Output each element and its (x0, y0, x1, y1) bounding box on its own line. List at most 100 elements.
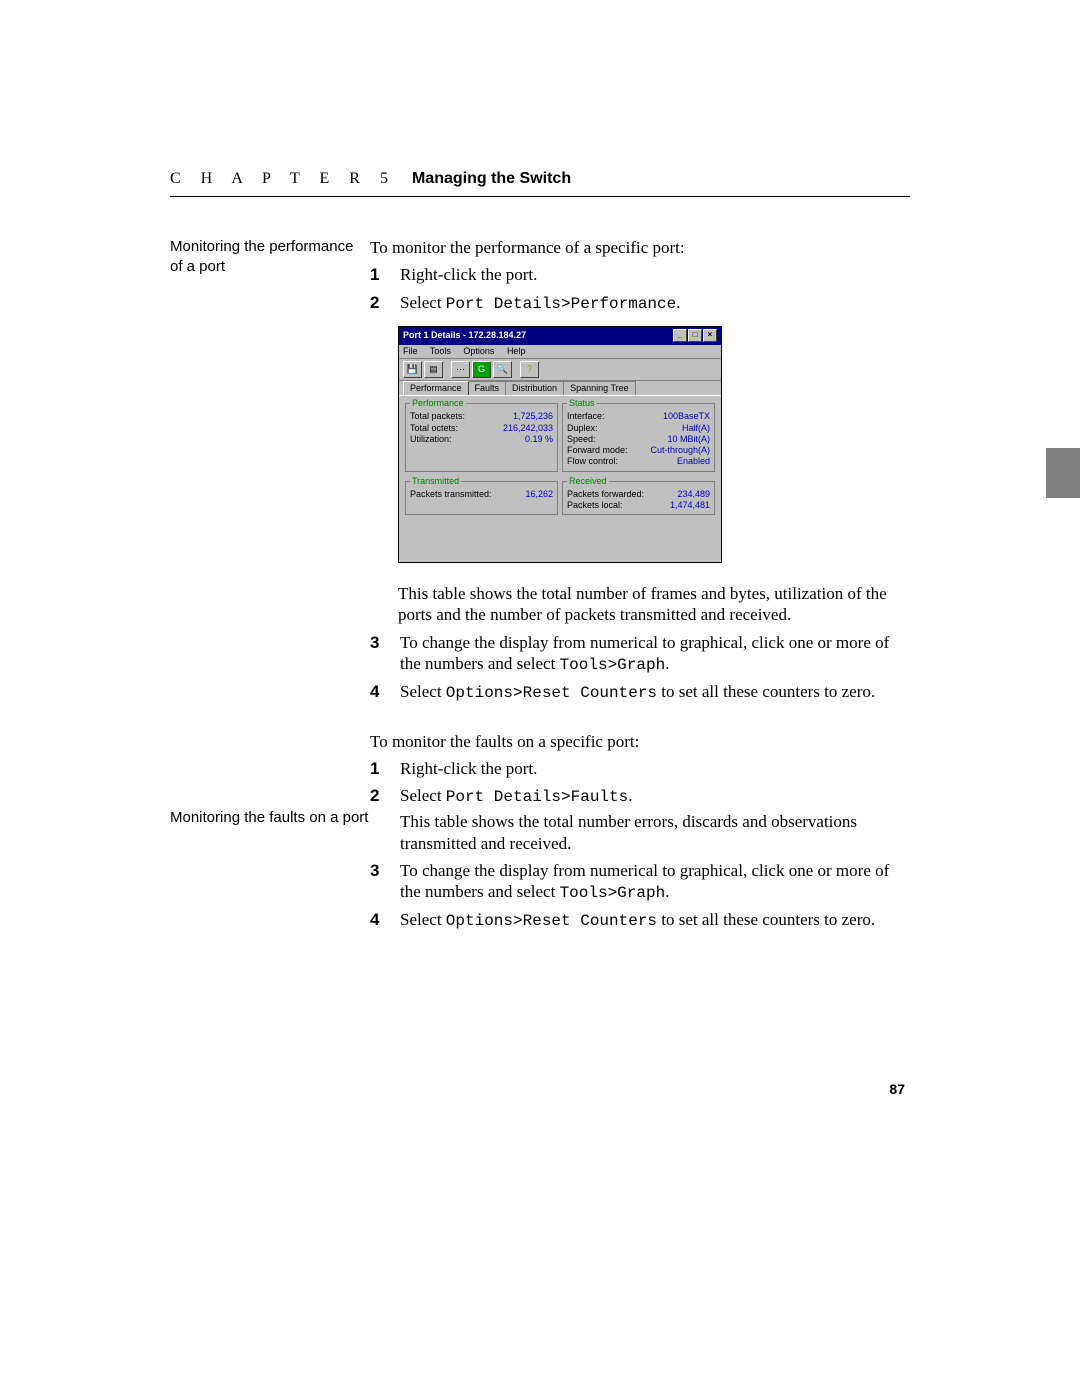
text-run: . (676, 293, 680, 312)
step-number: 4 (370, 909, 400, 931)
stat-label: Speed: (567, 434, 596, 445)
stat-value[interactable]: 1,474,481 (670, 500, 710, 511)
stat-label: Utilization: (410, 434, 452, 445)
step-body: To change the display from numerical to … (400, 860, 910, 903)
text-run: Select (400, 293, 446, 312)
stat-label: Duplex: (567, 423, 598, 434)
step-number: 2 (370, 785, 400, 854)
stat-label: Flow control: (567, 456, 618, 467)
step-2b: 2 Select Port Details>Faults. This table… (370, 785, 910, 854)
group-performance: Performance Total packets: 1,725,236 Tota… (405, 398, 558, 472)
text-run: . (665, 654, 669, 673)
step-1b: 1 Right-click the port. (370, 758, 910, 779)
code-run: Tools>Graph (560, 656, 666, 674)
group-legend: Status (567, 398, 597, 409)
embedded-screenshot: Port 1 Details - 172.28.184.27 _ □ × Fil… (398, 326, 910, 564)
stat-row: Packets transmitted:16,262 (410, 489, 553, 500)
toolbar-separator (445, 361, 449, 376)
toolbar: 💾 ▤ ⋯ G 🔍 ? (399, 359, 721, 381)
step-body: Select Options>Reset Counters to set all… (400, 681, 910, 703)
tab-distribution[interactable]: Distribution (505, 381, 564, 395)
step-number: 1 (370, 264, 400, 285)
menu-help[interactable]: Help (507, 346, 526, 356)
page-number: 87 (889, 1081, 905, 1097)
group-transmitted: Transmitted Packets transmitted:16,262 (405, 476, 558, 516)
help-icon[interactable]: ? (520, 361, 539, 378)
stat-label: Forward mode: (567, 445, 628, 456)
tabstrip: Performance Faults Distribution Spanning… (399, 381, 721, 395)
menu-options[interactable]: Options (463, 346, 494, 356)
side-heading-performance: Monitoring the performance of a port (170, 237, 370, 278)
stat-value[interactable]: 100BaseTX (663, 411, 710, 422)
intro-para: To monitor the performance of a specific… (370, 237, 910, 258)
titlebar[interactable]: Port 1 Details - 172.28.184.27 _ □ × (399, 327, 721, 345)
stat-value[interactable]: 216,242,033 (503, 423, 553, 434)
after-image-para: This table shows the total number of fra… (398, 583, 910, 626)
stat-row: Interface: 100BaseTX (567, 411, 710, 422)
menu-tools[interactable]: Tools (430, 346, 451, 356)
step-body: Select Port Details>Performance. (400, 292, 910, 314)
stat-row: Total packets: 1,725,236 (410, 411, 553, 422)
stat-label: Total octets: (410, 423, 458, 434)
group-legend: Transmitted (410, 476, 461, 487)
text-run: Select (400, 786, 446, 805)
step-body: Select Port Details>Faults. This table s… (400, 785, 910, 854)
minimize-button[interactable]: _ (673, 329, 687, 342)
code-run: Tools>Graph (560, 884, 666, 902)
group-received: Received Packets forwarded: 234,489 Packe… (562, 476, 715, 516)
stat-value[interactable]: Enabled (677, 456, 710, 467)
stat-value[interactable]: Cut-through(A) (650, 445, 710, 456)
stat-row: Total octets: 216,242,033 (410, 423, 553, 434)
menubar[interactable]: File Tools Options Help (399, 345, 721, 359)
step-number: 3 (370, 632, 400, 675)
stat-value[interactable]: 1,725,236 (513, 411, 553, 422)
group-status: Status Interface: 100BaseTX Duplex: Half(A… (562, 398, 715, 472)
close-button[interactable]: × (703, 329, 717, 342)
step-number: 4 (370, 681, 400, 703)
menu-file[interactable]: File (403, 346, 418, 356)
stat-value[interactable]: 10 MBit(A) (667, 434, 710, 445)
side-heading-faults: Monitoring the faults on a port (170, 808, 370, 828)
stat-row: Forward mode: Cut-through(A) (567, 445, 710, 456)
step-2: 2 Select Port Details>Performance. (370, 292, 910, 314)
running-header: C H A P T E R 5 Managing the Switch (170, 170, 910, 197)
group-legend: Performance (410, 398, 466, 409)
stat-label: Total packets: (410, 411, 465, 422)
step-body: Right-click the port. (400, 758, 910, 779)
stat-row: Duplex: Half(A) (567, 423, 710, 434)
chapter-title: Managing the Switch (412, 170, 571, 187)
stat-label: Packets forwarded: (567, 489, 644, 500)
group-legend: Received (567, 476, 609, 487)
code-run: Port Details>Performance (446, 295, 676, 313)
step-number: 1 (370, 758, 400, 779)
tab-performance[interactable]: Performance (403, 381, 469, 395)
stat-row: Utilization: 0.19 % (410, 434, 553, 445)
refresh-icon[interactable]: G (472, 361, 491, 378)
stat-label: Packets local: (567, 500, 623, 511)
overflow-icon[interactable]: ⋯ (451, 361, 470, 378)
stat-row: Packets forwarded: 234,489 (567, 489, 710, 500)
window-title: Port 1 Details - 172.28.184.27 (403, 330, 526, 341)
stat-label: Interface: (567, 411, 605, 422)
stat-row: Speed: 10 MBit(A) (567, 434, 710, 445)
step-body: Select Options>Reset Counters to set all… (400, 909, 910, 931)
tab-faults[interactable]: Faults (468, 381, 507, 395)
text-run: Select (400, 682, 446, 701)
save-icon[interactable]: 💾 (403, 361, 422, 378)
maximize-button[interactable]: □ (688, 329, 702, 342)
stat-value[interactable]: 16,262 (525, 489, 553, 500)
step2-after: This table shows the total number errors… (400, 811, 910, 854)
stat-value[interactable]: 234,489 (677, 489, 710, 500)
stat-value[interactable]: Half(A) (682, 423, 710, 434)
chapter-label: C H A P T E R 5 (170, 170, 396, 187)
text-run: to set all these counters to zero. (657, 910, 875, 929)
code-run: Options>Reset Counters (446, 912, 657, 930)
code-run: Port Details>Faults (446, 788, 628, 806)
search-icon[interactable]: 🔍 (493, 361, 512, 378)
tab-spanning-tree[interactable]: Spanning Tree (563, 381, 636, 395)
chart-icon[interactable]: ▤ (424, 361, 443, 378)
step-body: To change the display from numerical to … (400, 632, 910, 675)
step-3: 3 To change the display from numerical t… (370, 632, 910, 675)
stat-value[interactable]: 0.19 % (525, 434, 553, 445)
step-4: 4 Select Options>Reset Counters to set a… (370, 681, 910, 703)
